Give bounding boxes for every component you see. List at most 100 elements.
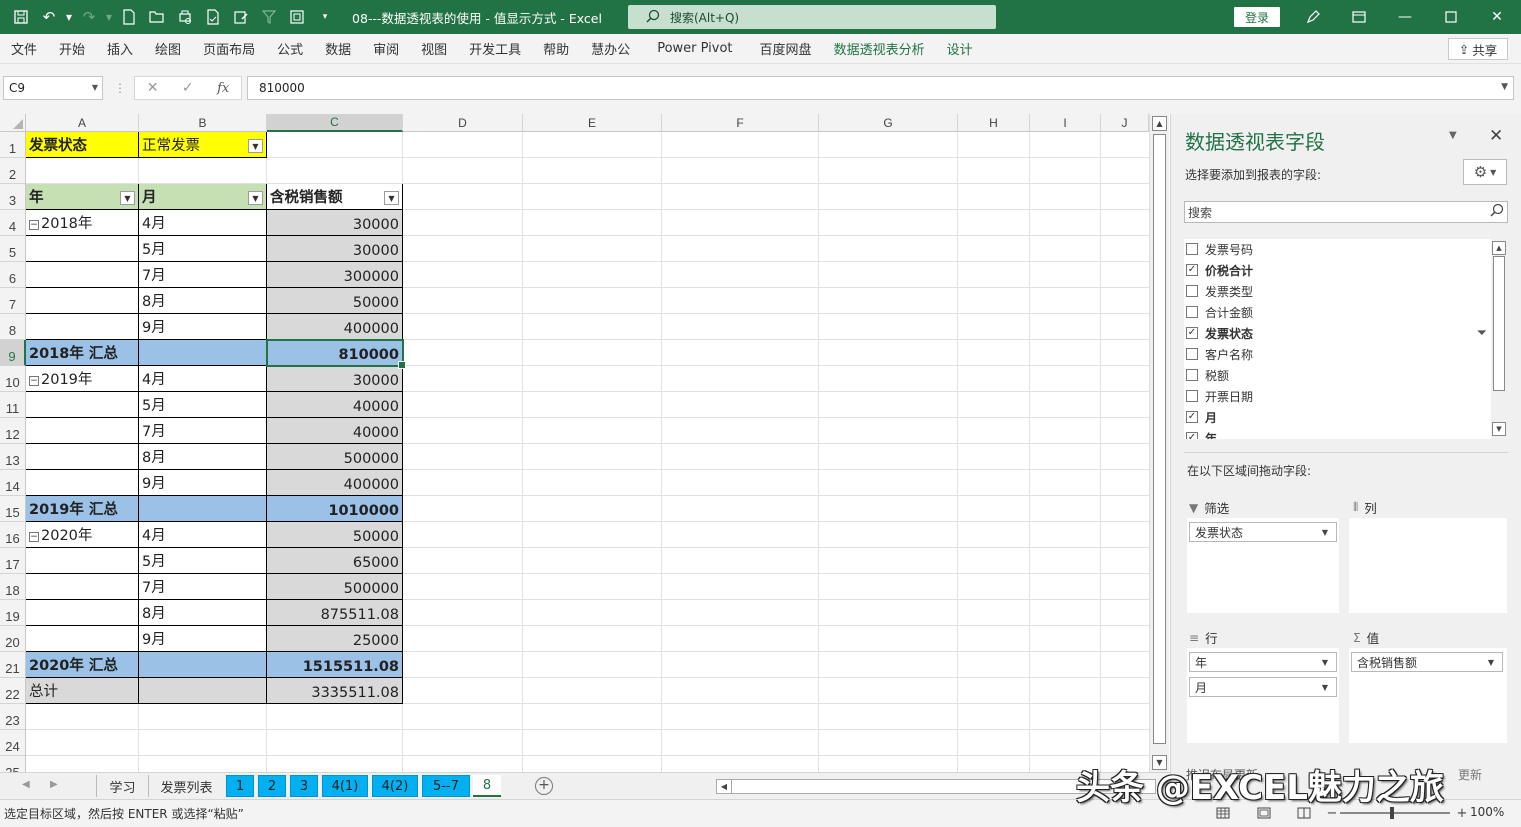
month-cell[interactable]: 4月 (139, 366, 267, 392)
row-header-14[interactable]: 14 (0, 470, 26, 496)
prev-sheet-icon[interactable]: ◀ (22, 779, 30, 790)
maximize-icon[interactable] (1428, 0, 1474, 34)
name-box[interactable]: C9 ▼ (3, 76, 103, 100)
column-header-F[interactable]: F (662, 114, 819, 132)
field-checkbox[interactable] (1186, 243, 1198, 255)
row-header-18[interactable]: 18 (0, 574, 26, 600)
name-box-dropdown-icon[interactable]: ▼ (92, 83, 98, 92)
month-cell[interactable]: 8月 (139, 444, 267, 470)
ribbon-tab[interactable]: 插入 (96, 34, 144, 64)
month-cell[interactable]: 9月 (139, 470, 267, 496)
amount-cell[interactable]: 400000 (267, 470, 403, 496)
ribbon-tab[interactable]: 百度网盘 (749, 34, 823, 64)
column-header-C[interactable]: C (267, 114, 403, 132)
insert-function-icon[interactable]: fx (217, 81, 229, 96)
amount-cell[interactable]: 40000 (267, 392, 403, 418)
scroll-thumb[interactable] (1493, 256, 1505, 391)
amount-cell[interactable]: 875511.08 (267, 600, 403, 626)
ribbon-tab[interactable]: 公式 (266, 34, 314, 64)
row-header-23[interactable]: 23 (0, 704, 26, 730)
year-cell[interactable] (26, 444, 139, 470)
ribbon-tab[interactable]: 页面布局 (192, 34, 266, 64)
row-header-21[interactable]: 21 (0, 652, 26, 678)
save-icon[interactable] (8, 4, 34, 30)
amount-cell[interactable]: 50000 (267, 288, 403, 314)
month-cell[interactable]: 8月 (139, 600, 267, 626)
chevron-down-icon[interactable]: ▼ (1488, 658, 1494, 667)
ribbon-tab[interactable]: 绘图 (144, 34, 192, 64)
ribbon-tab[interactable]: 开始 (48, 34, 96, 64)
row-header-25[interactable]: 25 (0, 756, 26, 772)
amount-header-cell[interactable]: 含税销售额 ▼ (267, 184, 403, 210)
rows-field-pill[interactable]: 月 ▼ (1189, 677, 1337, 697)
scroll-down-icon[interactable]: ▼ (1492, 422, 1506, 436)
month-cell[interactable]: 8月 (139, 288, 267, 314)
amount-cell[interactable]: 400000 (267, 314, 403, 340)
row-header-12[interactable]: 12 (0, 418, 26, 444)
zoom-level[interactable]: 100% (1470, 805, 1504, 819)
column-header-H[interactable]: H (958, 114, 1030, 132)
field-item[interactable]: 税额 (1184, 365, 1489, 385)
year-cell[interactable] (26, 470, 139, 496)
amount-cell[interactable]: 500000 (267, 574, 403, 600)
month-cell[interactable]: 5月 (139, 392, 267, 418)
subtotal-label-cell[interactable]: 2020年 汇总 (26, 652, 139, 678)
field-checkbox[interactable]: ✓ (1186, 264, 1198, 276)
collapse-icon[interactable]: − (29, 376, 39, 386)
subtotal-label-cell[interactable]: 2018年 汇总 (26, 340, 139, 366)
month-dropdown-icon[interactable]: ▼ (248, 191, 263, 205)
new-file-icon[interactable] (116, 4, 142, 30)
column-header-D[interactable]: D (403, 114, 523, 132)
form-edit-icon[interactable] (228, 4, 254, 30)
field-checkbox[interactable] (1186, 348, 1198, 360)
row-header-8[interactable]: 8 (0, 314, 26, 340)
year-dropdown-icon[interactable]: ▼ (120, 191, 135, 205)
amount-cell[interactable]: 3335511.08 (267, 678, 403, 704)
scroll-left-icon[interactable]: ◀ (717, 780, 732, 793)
amount-cell[interactable]: 50000 (267, 522, 403, 548)
chevron-down-icon[interactable]: ▼ (1322, 683, 1328, 692)
open-folder-icon[interactable] (144, 4, 170, 30)
month-cell[interactable]: 5月 (139, 548, 267, 574)
expand-formula-bar-icon[interactable]: ▼ (1501, 82, 1508, 92)
next-sheet-icon[interactable]: ▶ (50, 779, 58, 790)
amount-cell[interactable]: 1010000 (267, 496, 403, 522)
worksheet-grid[interactable]: A B C D E F G H I J 1 2 3 4 5 6 7 8 9 10 11 12 13 14 15 16 17 18 19 2… (0, 114, 1149, 772)
month-cell[interactable]: 4月 (139, 210, 267, 236)
month-cell[interactable]: 4月 (139, 522, 267, 548)
field-item[interactable]: ✓ 发票状态 ⏷ (1184, 323, 1489, 343)
sheet-tab[interactable]: 4(1) (322, 775, 368, 797)
field-item[interactable]: ✓ 年 (1184, 428, 1489, 439)
ribbon-display-icon[interactable] (1336, 0, 1382, 34)
row-header-1[interactable]: 1 (0, 132, 26, 158)
month-cell[interactable]: 7月 (139, 262, 267, 288)
screen-capture-icon[interactable] (284, 4, 310, 30)
row-header-9[interactable]: 9 (0, 340, 26, 366)
year-cell[interactable] (26, 288, 139, 314)
year-cell[interactable] (26, 574, 139, 600)
amount-cell[interactable]: 810000 (267, 340, 403, 366)
field-list-scrollbar[interactable]: ▲ ▼ (1491, 239, 1508, 439)
field-checkbox[interactable] (1186, 369, 1198, 381)
amount-cell[interactable]: 1515511.08 (267, 652, 403, 678)
column-header-I[interactable]: I (1030, 114, 1101, 132)
filter-label-cell[interactable]: 发票状态 (26, 132, 139, 158)
field-item[interactable]: ✓ 价税合计 (1184, 260, 1489, 280)
sheet-tab[interactable]: 5--7 (422, 775, 470, 797)
month-cell[interactable] (139, 652, 267, 678)
zoom-in-icon[interactable]: + (1452, 804, 1472, 822)
zoom-slider[interactable] (1340, 807, 1450, 819)
month-cell[interactable]: 9月 (139, 314, 267, 340)
row-header-3[interactable]: 3 (0, 184, 26, 210)
field-item[interactable]: 发票号码 (1184, 239, 1489, 259)
year-cell[interactable] (26, 262, 139, 288)
ribbon-tab[interactable]: 帮助 (532, 34, 580, 64)
row-header-22[interactable]: 22 (0, 678, 26, 704)
print-preview-icon[interactable] (172, 4, 198, 30)
column-header-J[interactable]: J (1101, 114, 1149, 132)
column-header-B[interactable]: B (139, 114, 267, 132)
column-header-A[interactable]: A (26, 114, 139, 132)
row-header-19[interactable]: 19 (0, 600, 26, 626)
sheet-tab[interactable]: 2 (258, 775, 286, 797)
rows-area[interactable]: 年 ▼ 月 ▼ (1187, 648, 1339, 743)
